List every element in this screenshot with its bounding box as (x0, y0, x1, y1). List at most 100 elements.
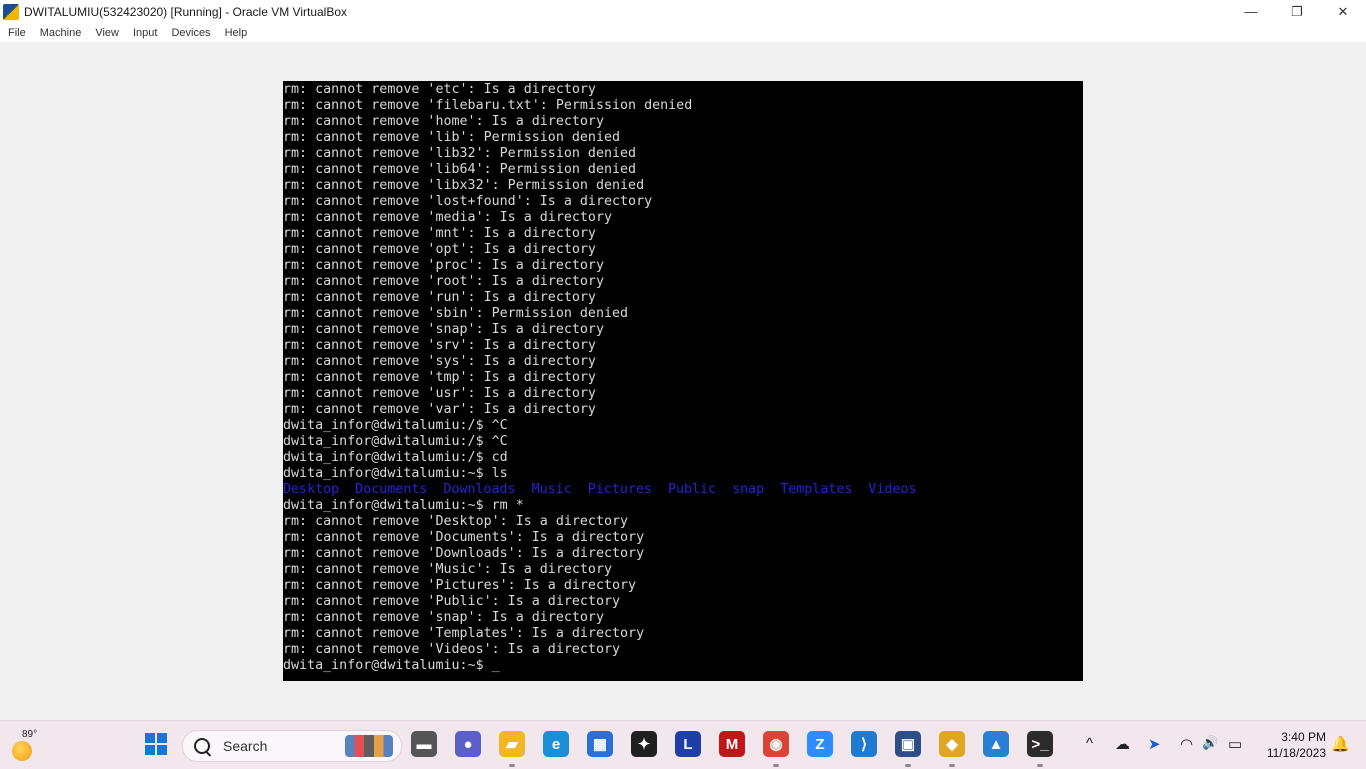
mcafee-icon[interactable]: M (719, 731, 745, 757)
terminal-line: rm: cannot remove 'etc': Is a directory (283, 82, 596, 97)
terminal-line: rm: cannot remove 'srv': Is a directory (283, 338, 596, 353)
search-highlight-image (345, 735, 393, 757)
terminal-line: rm: cannot remove 'lib64': Permission de… (283, 162, 637, 177)
terminal-line: rm: cannot remove 'var': Is a directory (283, 402, 596, 417)
terminal-line: rm: cannot remove 'Templates': Is a dire… (283, 626, 645, 641)
terminal-line: dwita_infor@dwitalumiu:/$ ^C (283, 418, 508, 433)
weather-widget[interactable]: 89° (10, 729, 40, 761)
ls-directory-entry: Music (531, 482, 572, 497)
close-button[interactable]: ✕ (1320, 0, 1366, 23)
windows-logo-tile (157, 733, 167, 743)
photos-icon[interactable]: ▲ (983, 731, 1009, 757)
volume-icon[interactable]: 🔊 (1202, 735, 1218, 751)
dropbox-icon[interactable]: ✦ (631, 731, 657, 757)
terminal-line: rm: cannot remove 'lib': Permission deni… (283, 130, 621, 145)
folder-icon[interactable]: ▰ (499, 731, 525, 757)
virtualbox-icon[interactable]: ▣ (895, 731, 921, 757)
terminal-line: rm: cannot remove 'opt': Is a directory (283, 242, 596, 257)
terminal-line: rm: cannot remove 'Music': Is a director… (283, 562, 612, 577)
terminal-line: rm: cannot remove 'Desktop': Is a direct… (283, 514, 629, 529)
restore-button[interactable]: ❐ (1274, 0, 1320, 23)
menu-help[interactable]: Help (218, 27, 255, 39)
virtualbox-app-icon (3, 3, 19, 20)
ls-directory-entry: Desktop (283, 482, 340, 497)
terminal-line: rm: cannot remove 'libx32': Permission d… (283, 178, 645, 193)
start-button[interactable] (145, 733, 167, 755)
file-explorer-gray-icon[interactable]: ▬ (411, 731, 437, 757)
menu-bar: File Machine View Input Devices Help (0, 23, 1366, 42)
terminal-line: rm: cannot remove 'proc': Is a directory (283, 258, 604, 273)
location-icon[interactable]: ➤ (1148, 735, 1161, 753)
title-bar: DWITALUMIU(532423020) [Running] - Oracle… (0, 0, 1366, 23)
meet-chat-icon[interactable]: ● (455, 731, 481, 757)
menu-file[interactable]: File (0, 27, 33, 39)
weather-sun-icon (12, 741, 32, 761)
terminal-line: dwita_infor@dwitalumiu:~$ ls (283, 466, 508, 481)
edge-icon[interactable]: e (543, 731, 569, 757)
ls-output-row: Desktop Documents Downloads Music Pictures Pu… (283, 482, 933, 498)
terminal-line: dwita_infor@dwitalumiu:~$ rm * (283, 498, 524, 513)
ls-directory-entry: Documents (355, 482, 428, 497)
search-label: Search (223, 738, 268, 754)
zoom-icon[interactable]: Z (807, 731, 833, 757)
terminal-icon[interactable]: >_ (1027, 731, 1053, 757)
terminal-line: rm: cannot remove 'Documents': Is a dire… (283, 530, 645, 545)
wifi-icon[interactable]: ◠ (1180, 735, 1193, 753)
terminal-line: rm: cannot remove 'sys': Is a directory (283, 354, 596, 369)
virtualbox-vm-icon[interactable]: ◆ (939, 731, 965, 757)
onedrive-cloud-icon[interactable]: ☁ (1115, 735, 1130, 753)
terminal-line: rm: cannot remove 'home': Is a directory (283, 114, 604, 129)
ls-directory-entry: Downloads (443, 482, 516, 497)
running-app-indicator (905, 764, 911, 767)
notification-bell-icon[interactable]: 🔔 (1331, 735, 1350, 753)
running-app-indicator (509, 764, 515, 767)
terminal-line: dwita_infor@dwitalumiu:/$ ^C (283, 434, 508, 449)
terminal-output: rm: cannot remove 'etc': Is a directory r… (283, 82, 933, 674)
clock-time: 3:40 PM (1281, 730, 1326, 744)
clock-date: 11/18/2023 (1266, 746, 1326, 760)
window-controls: — ❐ ✕ (1228, 0, 1366, 23)
ls-directory-entry: Videos (868, 482, 917, 497)
battery-icon[interactable]: ▭ (1228, 735, 1242, 753)
terminal-line: rm: cannot remove 'snap': Is a directory (283, 322, 604, 337)
minimize-button[interactable]: — (1228, 0, 1274, 23)
terminal-line: rm: cannot remove 'snap': Is a directory (283, 610, 604, 625)
l-app-icon[interactable]: L (675, 731, 701, 757)
taskbar-search[interactable]: Search (182, 730, 402, 762)
vscode-icon[interactable]: ⟩ (851, 731, 877, 757)
ls-directory-entry: Templates (780, 482, 853, 497)
terminal-line: rm: cannot remove 'usr': Is a directory (283, 386, 596, 401)
weather-temperature: 89° (22, 729, 38, 740)
menu-view[interactable]: View (88, 27, 126, 39)
vm-console[interactable]: rm: cannot remove 'etc': Is a directory r… (283, 81, 1083, 681)
running-app-indicator (773, 764, 779, 767)
terminal-line: rm: cannot remove 'tmp': Is a directory (283, 370, 596, 385)
chrome-icon[interactable]: ◉ (763, 731, 789, 757)
terminal-line: rm: cannot remove 'lib32': Permission de… (283, 146, 637, 161)
terminal-line: rm: cannot remove 'media': Is a director… (283, 210, 612, 225)
terminal-line: rm: cannot remove 'sbin': Permission den… (283, 306, 629, 321)
clock[interactable]: 3:40 PM 11/18/2023 (1258, 729, 1326, 761)
menu-devices[interactable]: Devices (164, 27, 217, 39)
ls-directory-entry: Pictures (587, 482, 652, 497)
menu-machine[interactable]: Machine (33, 27, 89, 39)
terminal-line: rm: cannot remove 'lost+found': Is a dir… (283, 194, 653, 209)
terminal-line: rm: cannot remove 'Videos': Is a directo… (283, 642, 621, 657)
store-icon[interactable]: ▦ (587, 731, 613, 757)
windows-logo-tile (145, 745, 155, 755)
ls-directory-entry: Public (667, 482, 717, 497)
terminal-line: rm: cannot remove 'run': Is a directory (283, 290, 596, 305)
taskbar: 89° Search ▬ ● ▰ e ▦ ✦ L M ◉ Z ⟩ ▣ ◆ ▲ >_ ^ ☁ ➤ ◠ 🔊 ▭ … (0, 720, 1366, 769)
terminal-line: rm: cannot remove 'Public': Is a directo… (283, 594, 621, 609)
terminal-line: rm: cannot remove 'Downloads': Is a dire… (283, 546, 645, 561)
ls-directory-entry: snap (732, 482, 765, 497)
terminal-line: rm: cannot remove 'root': Is a directory (283, 274, 604, 289)
terminal-line: dwita_infor@dwitalumiu:/$ cd (283, 450, 508, 465)
windows-logo-tile (157, 745, 167, 755)
terminal-line: rm: cannot remove 'filebaru.txt': Permis… (283, 98, 693, 113)
terminal-prompt-line: dwita_infor@dwitalumiu:~$ _ (283, 658, 933, 674)
terminal-line: rm: cannot remove 'mnt': Is a directory (283, 226, 596, 241)
menu-input[interactable]: Input (126, 27, 164, 39)
windows-logo-tile (145, 733, 155, 743)
show-hidden-icons-chevron-icon[interactable]: ^ (1086, 735, 1093, 752)
